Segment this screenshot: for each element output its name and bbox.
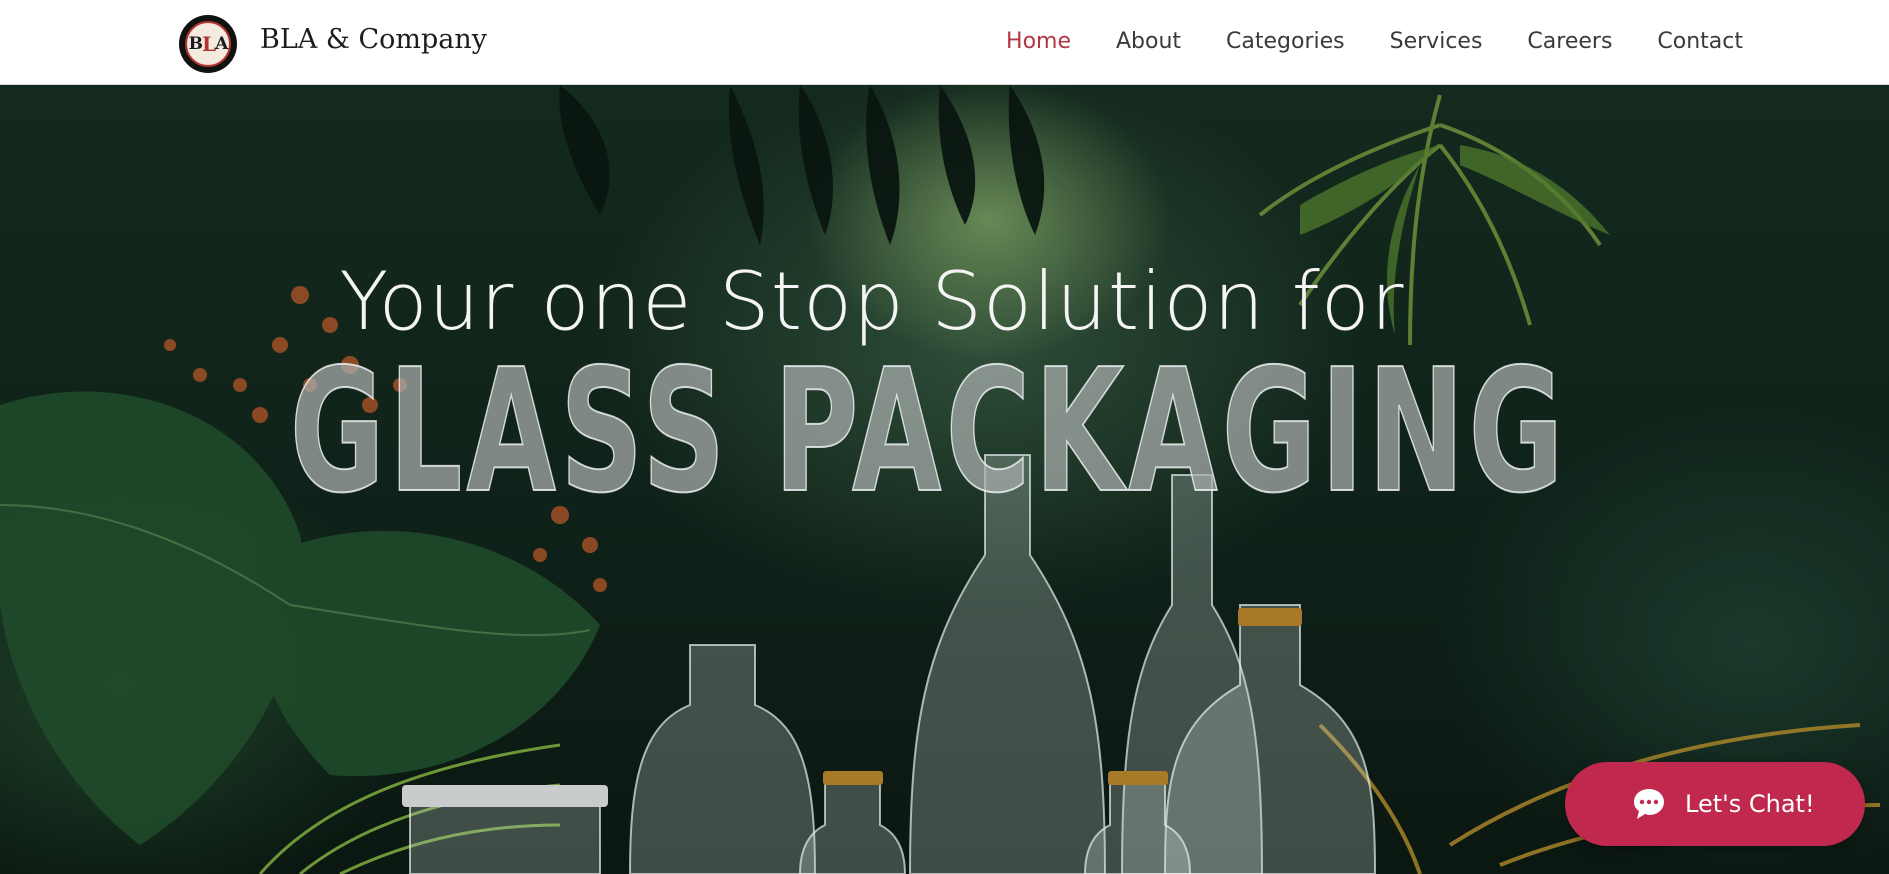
- hero-banner: Your one Stop Solution for GLASS PACKAGI…: [0, 85, 1889, 874]
- nav-services[interactable]: Services: [1390, 29, 1483, 54]
- site-header: BLA BLA & Company Home About Categories …: [0, 0, 1889, 85]
- lets-chat-button[interactable]: Let's Chat!: [1565, 762, 1865, 846]
- nav-about[interactable]: About: [1116, 29, 1181, 54]
- hero-headline: GLASS PACKAGING: [289, 333, 1568, 531]
- nav-contact[interactable]: Contact: [1657, 29, 1743, 54]
- nav-careers[interactable]: Careers: [1527, 29, 1612, 54]
- nav-categories[interactable]: Categories: [1226, 29, 1345, 54]
- brand-name[interactable]: BLA & Company: [260, 24, 487, 55]
- main-nav: Home About Categories Services Careers C…: [961, 29, 1743, 54]
- company-logo[interactable]: BLA: [179, 15, 237, 73]
- nav-home[interactable]: Home: [1006, 29, 1071, 54]
- chat-bubble-icon: [1631, 786, 1667, 822]
- logo-emblem: BLA: [185, 21, 231, 67]
- chat-button-label: Let's Chat!: [1685, 790, 1815, 818]
